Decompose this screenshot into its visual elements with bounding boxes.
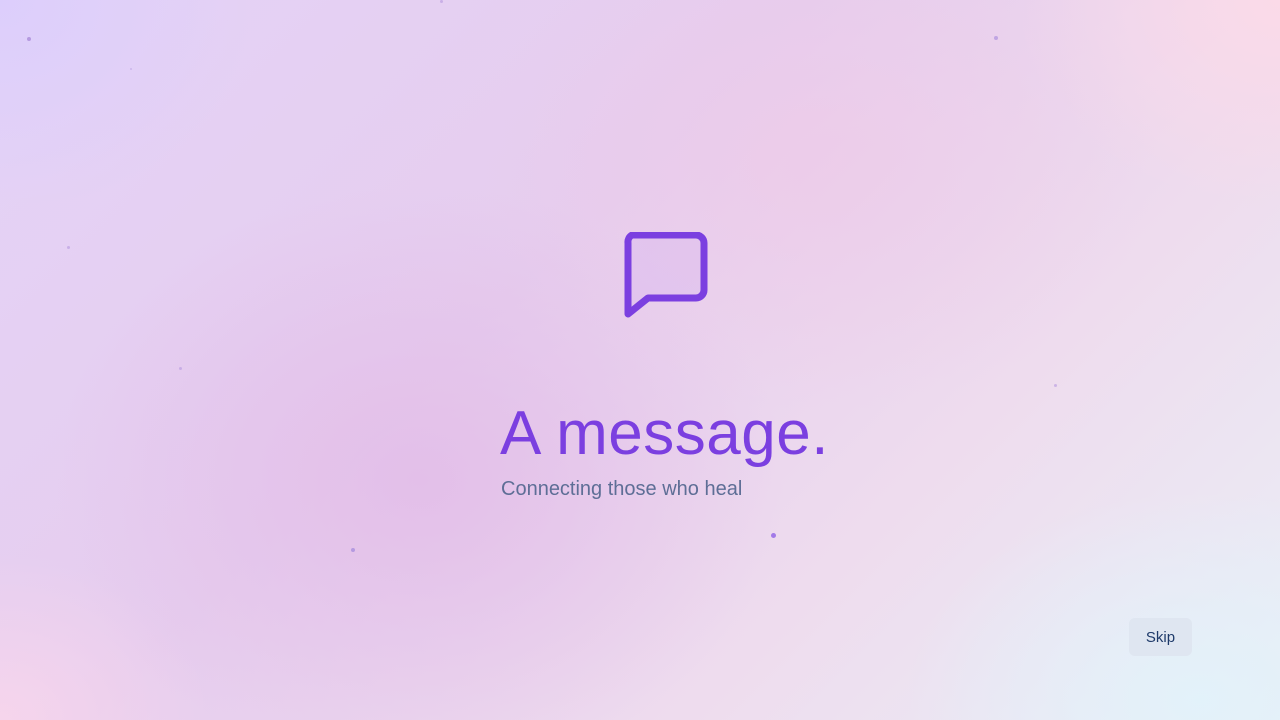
splash-title: A message. bbox=[500, 399, 829, 468]
particle bbox=[27, 37, 31, 41]
particle bbox=[994, 36, 998, 40]
particle bbox=[771, 533, 776, 538]
splash-subtitle: Connecting those who heal bbox=[501, 478, 743, 500]
particle bbox=[130, 68, 132, 70]
particle bbox=[179, 367, 182, 370]
particle bbox=[67, 246, 70, 249]
particle bbox=[1054, 384, 1057, 387]
skip-button[interactable]: Skip bbox=[1129, 618, 1192, 656]
particle bbox=[351, 548, 355, 552]
message-bubble-icon bbox=[620, 231, 708, 320]
particle bbox=[440, 0, 443, 3]
